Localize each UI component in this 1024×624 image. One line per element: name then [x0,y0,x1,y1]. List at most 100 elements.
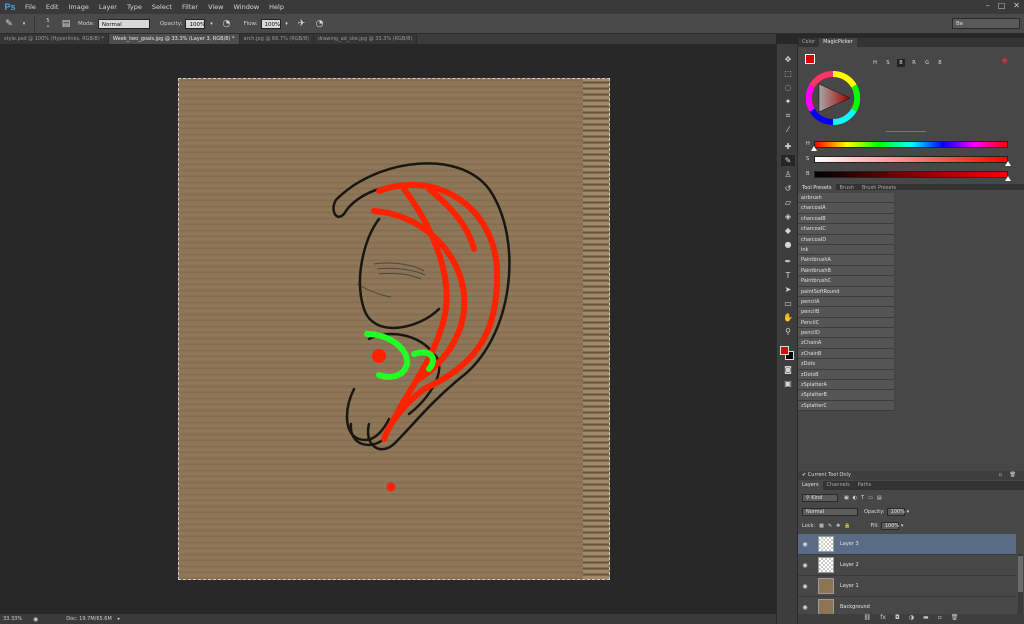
kind-select[interactable]: ⚲ Kind [802,494,838,502]
brush-size-picker[interactable]: 5 • [42,18,54,30]
menu-filter[interactable]: Filter [177,3,203,11]
lasso-tool-icon[interactable]: ◌ [781,82,795,93]
new-layer-icon[interactable]: ▫ [938,614,942,624]
layer-row[interactable]: ◉ Layer 1 [798,576,1016,597]
eye-icon[interactable]: ◉ [798,583,812,590]
status-icon[interactable]: ◉ [33,616,38,623]
hue-track[interactable] [814,141,1008,148]
canvas-area[interactable] [0,44,776,614]
quick-select-tool-icon[interactable]: ✦ [781,96,795,107]
new-preset-icon[interactable]: ▫ [999,471,1002,480]
clone-stamp-tool-icon[interactable]: ♙ [781,169,795,180]
preset-item[interactable]: paintSoftRound [798,286,894,297]
preset-item[interactable]: PencilC [798,317,894,329]
mode-s-button[interactable]: S [884,59,892,67]
eye-icon[interactable]: ◉ [798,541,812,548]
brush-tool-icon[interactable]: ✎ [3,18,15,30]
flow-field[interactable]: 100% [260,18,281,29]
foreground-color-swatch[interactable] [780,346,789,355]
preset-item[interactable]: airbrush [798,193,894,204]
brightness-track[interactable] [814,171,1008,178]
menu-view[interactable]: View [203,3,228,11]
preset-item[interactable]: charcoalB [798,213,894,225]
opacity-dropdown-icon[interactable]: ▾ [907,509,910,515]
fill-dropdown-icon[interactable]: ▾ [901,523,904,529]
preset-item[interactable]: zChainA [798,338,894,349]
filter-shape-icon[interactable]: ▭ [868,495,873,501]
crop-tool-icon[interactable]: ⌗ [781,110,795,121]
opacity-field[interactable]: 100% [185,18,206,29]
chevron-down-icon[interactable]: ▾ [21,18,27,30]
doc-tab-3[interactable]: drawing_ad_ske.jpg @ 33.3% (RGB/8) [313,34,418,44]
preset-item[interactable]: zSplatterB [798,390,894,401]
marquee-tool-icon[interactable]: ⬚ [781,68,795,79]
eye-icon[interactable]: ◉ [798,604,812,611]
preset-item[interactable]: pencilD [798,328,894,339]
eraser-tool-icon[interactable]: ▱ [781,197,795,208]
paint-bucket-tool-icon[interactable]: ◈ [781,211,795,222]
layer-row[interactable]: ◉ Layer 2 [798,555,1016,576]
mode-h-button[interactable]: H [871,59,879,67]
menu-edit[interactable]: Edit [41,3,64,11]
tab-channels[interactable]: Channels [823,481,854,490]
tab-magicpicker[interactable]: MagicPicker [819,38,857,47]
pen-tool-icon[interactable]: ✒ [781,256,795,267]
menu-help[interactable]: Help [264,3,289,11]
zoom-tool-icon[interactable]: ⚲ [781,326,795,337]
screen-mode-icon[interactable]: ▣ [781,378,795,389]
preset-item[interactable]: charcoalA [798,203,894,214]
preset-item[interactable]: pencilB [798,307,894,318]
airbrush-icon[interactable]: ✈ [296,18,308,30]
fill-field[interactable]: 100% [880,522,899,530]
workspace-select[interactable]: Be [952,18,1020,29]
filter-type-icon[interactable]: T [861,495,864,501]
mode-g-button[interactable]: G [923,59,931,67]
brightness-slider[interactable]: B [806,170,1011,181]
pressure-opacity-icon[interactable]: ◔ [220,18,232,30]
preset-item[interactable]: charcoalD [798,234,894,245]
lock-all-icon[interactable]: 🔒 [844,523,850,529]
tab-paths[interactable]: Paths [854,481,876,490]
layer-row[interactable]: ◉ Layer 3 [798,534,1016,555]
menu-select[interactable]: Select [147,3,177,11]
dodge-tool-icon[interactable]: ● [781,239,795,250]
new-group-icon[interactable]: ▬ [923,614,929,624]
menu-window[interactable]: Window [229,3,265,11]
flow-dropdown-icon[interactable]: ▾ [284,18,290,30]
hue-slider[interactable]: H [806,140,1008,151]
preset-item[interactable]: zDotsB [798,369,894,381]
preset-item[interactable]: zSplatterC [798,400,894,412]
close-icon[interactable]: ✕ [1013,1,1020,10]
layers-scrollbar[interactable] [1018,554,1023,622]
saturation-slider[interactable]: S [806,155,1011,166]
menu-type[interactable]: Type [122,3,147,11]
preset-item[interactable]: zSplatterA [798,380,894,391]
eyedropper-tool-icon[interactable]: ⁄ [781,124,795,135]
add-mask-icon[interactable]: ◘ [895,614,900,624]
document-canvas[interactable] [178,78,610,580]
foreground-color-chip[interactable] [805,54,815,64]
zoom-level[interactable]: 33.33% [3,616,29,622]
move-tool-icon[interactable]: ✥ [781,54,795,65]
brightness-thumb[interactable] [1005,176,1011,181]
trash-icon[interactable]: 🗑 [1010,471,1016,480]
type-tool-icon[interactable]: T [781,270,795,281]
scrollbar-thumb[interactable] [1018,556,1023,592]
mode-r-button[interactable]: R [910,59,918,67]
mode-b2-button[interactable]: B [936,59,944,67]
doc-tab-1[interactable]: Week_two_goals.jpg @ 33.3% (Layer 3, RGB… [108,34,240,44]
doc-size[interactable]: Doc: 19.7M/65.6M [66,616,112,622]
history-brush-tool-icon[interactable]: ↺ [781,183,795,194]
lock-position-icon[interactable]: ✥ [836,523,840,529]
current-tool-only-checkbox[interactable]: ✔ Current Tool Only ▫ 🗑 [798,471,1024,480]
lock-transparent-icon[interactable]: ▩ [819,523,824,529]
tab-layers[interactable]: Layers [798,481,823,490]
layer-style-icon[interactable]: fx [880,614,886,624]
pressure-size-icon[interactable]: ◔ [314,18,326,30]
preset-item[interactable]: pencilA [798,296,894,308]
status-arrow-icon[interactable]: ▸ [118,616,121,622]
minimize-icon[interactable]: – [986,1,990,10]
saturation-thumb[interactable] [1005,161,1011,166]
mode-b-button[interactable]: B [897,59,905,67]
menu-image[interactable]: Image [63,3,93,11]
